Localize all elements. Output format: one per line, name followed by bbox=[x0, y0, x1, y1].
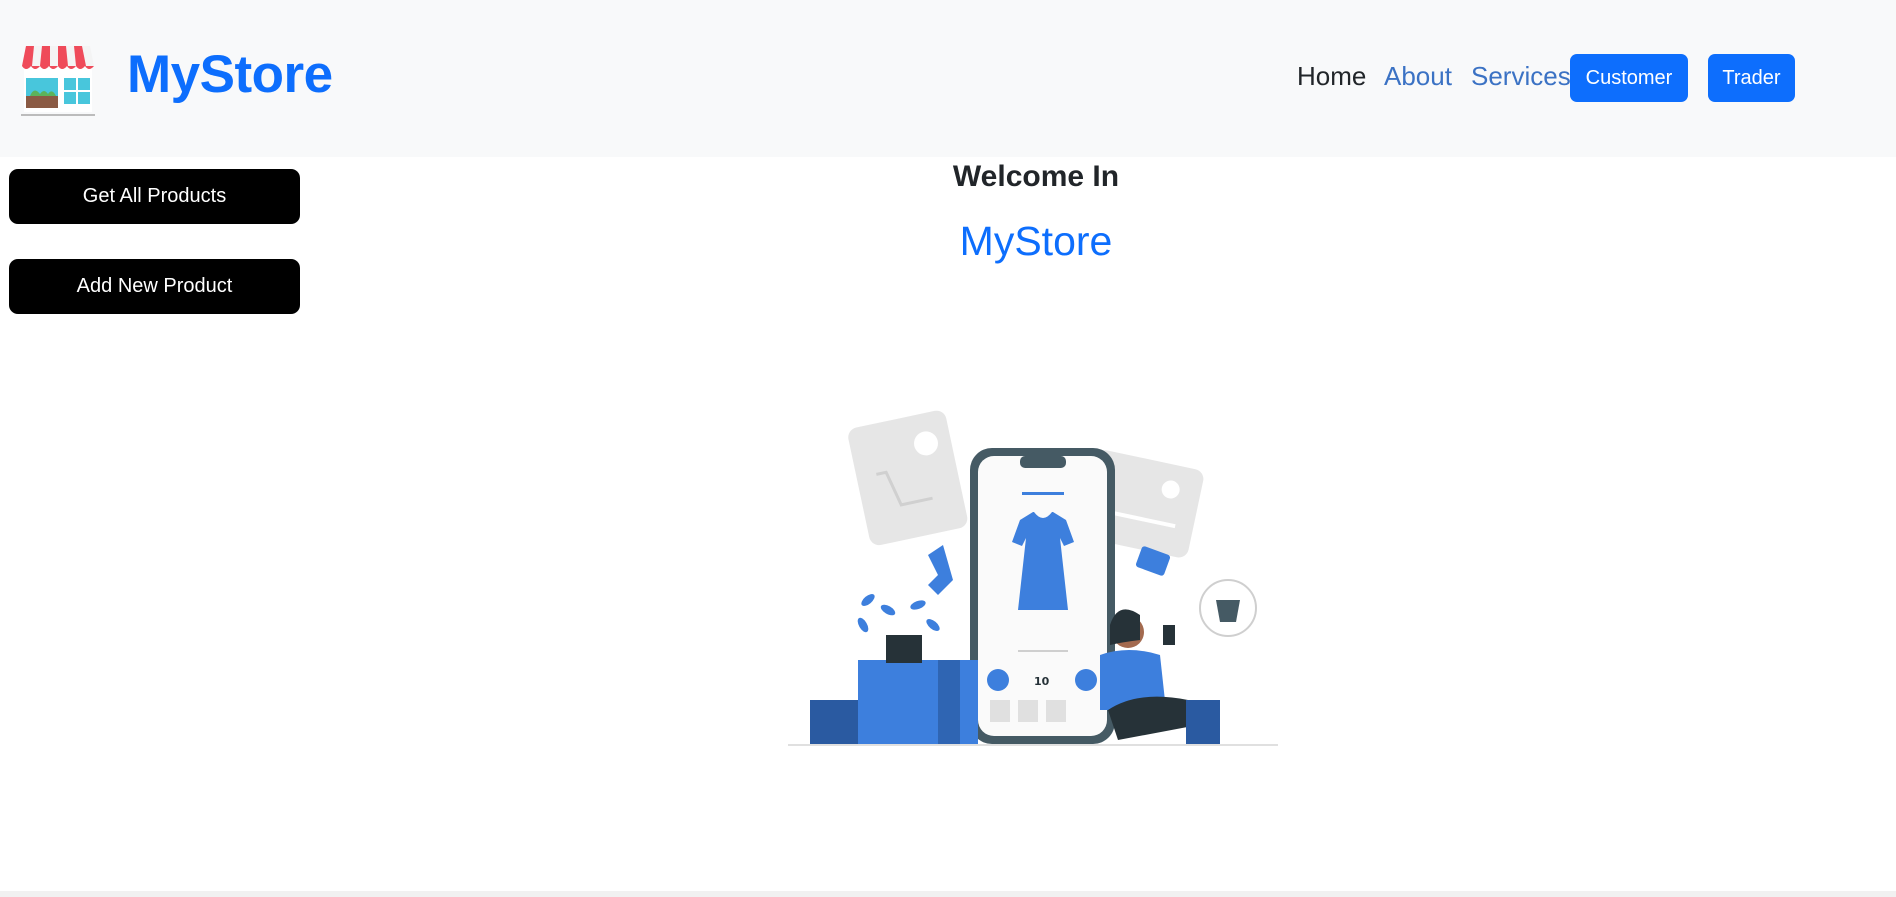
welcome-brand-title: MyStore bbox=[959, 218, 1113, 264]
welcome-heading: Welcome In bbox=[952, 160, 1120, 193]
nav-about-link[interactable]: About bbox=[1384, 58, 1452, 94]
nav-home-link[interactable]: Home bbox=[1297, 58, 1366, 94]
trader-button[interactable]: Trader bbox=[1708, 54, 1795, 102]
add-new-product-button[interactable]: Add New Product bbox=[9, 259, 300, 314]
page-bottom-strip bbox=[0, 891, 1896, 897]
brand-name[interactable]: MyStore bbox=[127, 44, 333, 106]
storefront-icon bbox=[21, 46, 95, 116]
top-navbar: MyStore Home About Services Customer Tra… bbox=[0, 0, 1896, 157]
cart-card bbox=[848, 410, 968, 546]
customer-button[interactable]: Customer bbox=[1570, 54, 1688, 102]
online-shopping-illustration: 10 bbox=[788, 410, 1278, 746]
nav-services-link[interactable]: Services bbox=[1471, 58, 1571, 94]
hero-price: 10 bbox=[1034, 675, 1050, 688]
